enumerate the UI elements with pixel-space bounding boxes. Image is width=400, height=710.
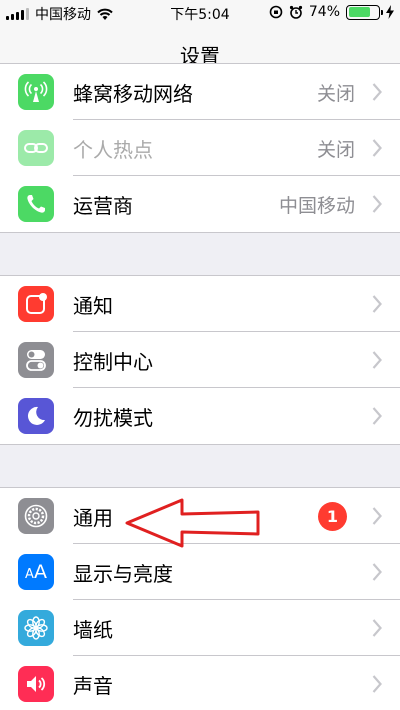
network-group: 蜂窝移动网络 关闭 个人热点 关闭 运营商 中国移动 xyxy=(0,63,400,233)
switches-icon xyxy=(18,342,54,378)
settings-row-carrier[interactable]: 运营商 中国移动 xyxy=(0,176,400,232)
phone-icon xyxy=(18,186,54,222)
settings-row-display[interactable]: AA 显示与亮度 xyxy=(0,544,400,600)
charging-icon xyxy=(386,5,394,19)
row-label: 勿扰模式 xyxy=(73,406,153,430)
chevron-right-icon xyxy=(372,295,382,313)
row-label: 墙纸 xyxy=(73,618,113,642)
settings-row-wallpaper[interactable]: 墙纸 xyxy=(0,600,400,656)
row-label: 蜂窝移动网络 xyxy=(73,82,193,106)
alarm-icon xyxy=(289,5,302,19)
row-label: 显示与亮度 xyxy=(73,562,173,586)
chevron-right-icon xyxy=(372,563,382,581)
annotation-arrow-icon xyxy=(125,498,260,548)
chevron-right-icon xyxy=(372,195,382,213)
settings-row-notifications[interactable]: 通知 xyxy=(0,276,400,332)
antenna-icon xyxy=(18,74,54,110)
chevron-right-icon xyxy=(372,507,382,525)
row-label: 通用 xyxy=(73,506,113,530)
settings-row-hotspot[interactable]: 个人热点 关闭 xyxy=(0,120,400,176)
row-label: 通知 xyxy=(73,294,113,318)
chevron-right-icon xyxy=(372,83,382,101)
update-badge: 1 xyxy=(318,502,347,531)
hotspot-icon xyxy=(18,130,54,166)
chevron-right-icon xyxy=(372,139,382,157)
chevron-right-icon xyxy=(372,619,382,637)
chevron-right-icon xyxy=(372,351,382,369)
settings-row-cellular[interactable]: 蜂窝移动网络 关闭 xyxy=(0,64,400,120)
rotation-lock-icon xyxy=(269,5,283,19)
row-value: 关闭 xyxy=(316,139,355,161)
system-group: 通知 控制中心 勿扰模式 xyxy=(0,275,400,445)
settings-row-control-center[interactable]: 控制中心 xyxy=(0,332,400,388)
chevron-right-icon xyxy=(372,675,382,693)
row-label: 声音 xyxy=(73,674,113,698)
row-label: 个人热点 xyxy=(73,138,153,162)
gear-icon xyxy=(18,498,54,534)
row-label: 运营商 xyxy=(73,194,133,218)
row-value: 中国移动 xyxy=(278,195,355,217)
settings-row-sounds[interactable]: 声音 xyxy=(0,656,400,710)
text-size-icon: AA xyxy=(18,554,54,590)
status-right: 74% xyxy=(269,4,394,20)
row-value: 关闭 xyxy=(316,83,355,105)
chevron-right-icon xyxy=(372,407,382,425)
flower-icon xyxy=(18,610,54,646)
settings-row-do-not-disturb[interactable]: 勿扰模式 xyxy=(0,388,400,444)
status-bar: 中国移动 下午5:04 74% xyxy=(0,0,400,26)
moon-icon xyxy=(18,398,54,434)
battery-percent: 74% xyxy=(308,4,340,20)
battery-icon xyxy=(346,4,383,20)
notifications-icon xyxy=(18,286,54,322)
row-label: 控制中心 xyxy=(73,350,153,374)
speaker-icon xyxy=(18,666,54,702)
